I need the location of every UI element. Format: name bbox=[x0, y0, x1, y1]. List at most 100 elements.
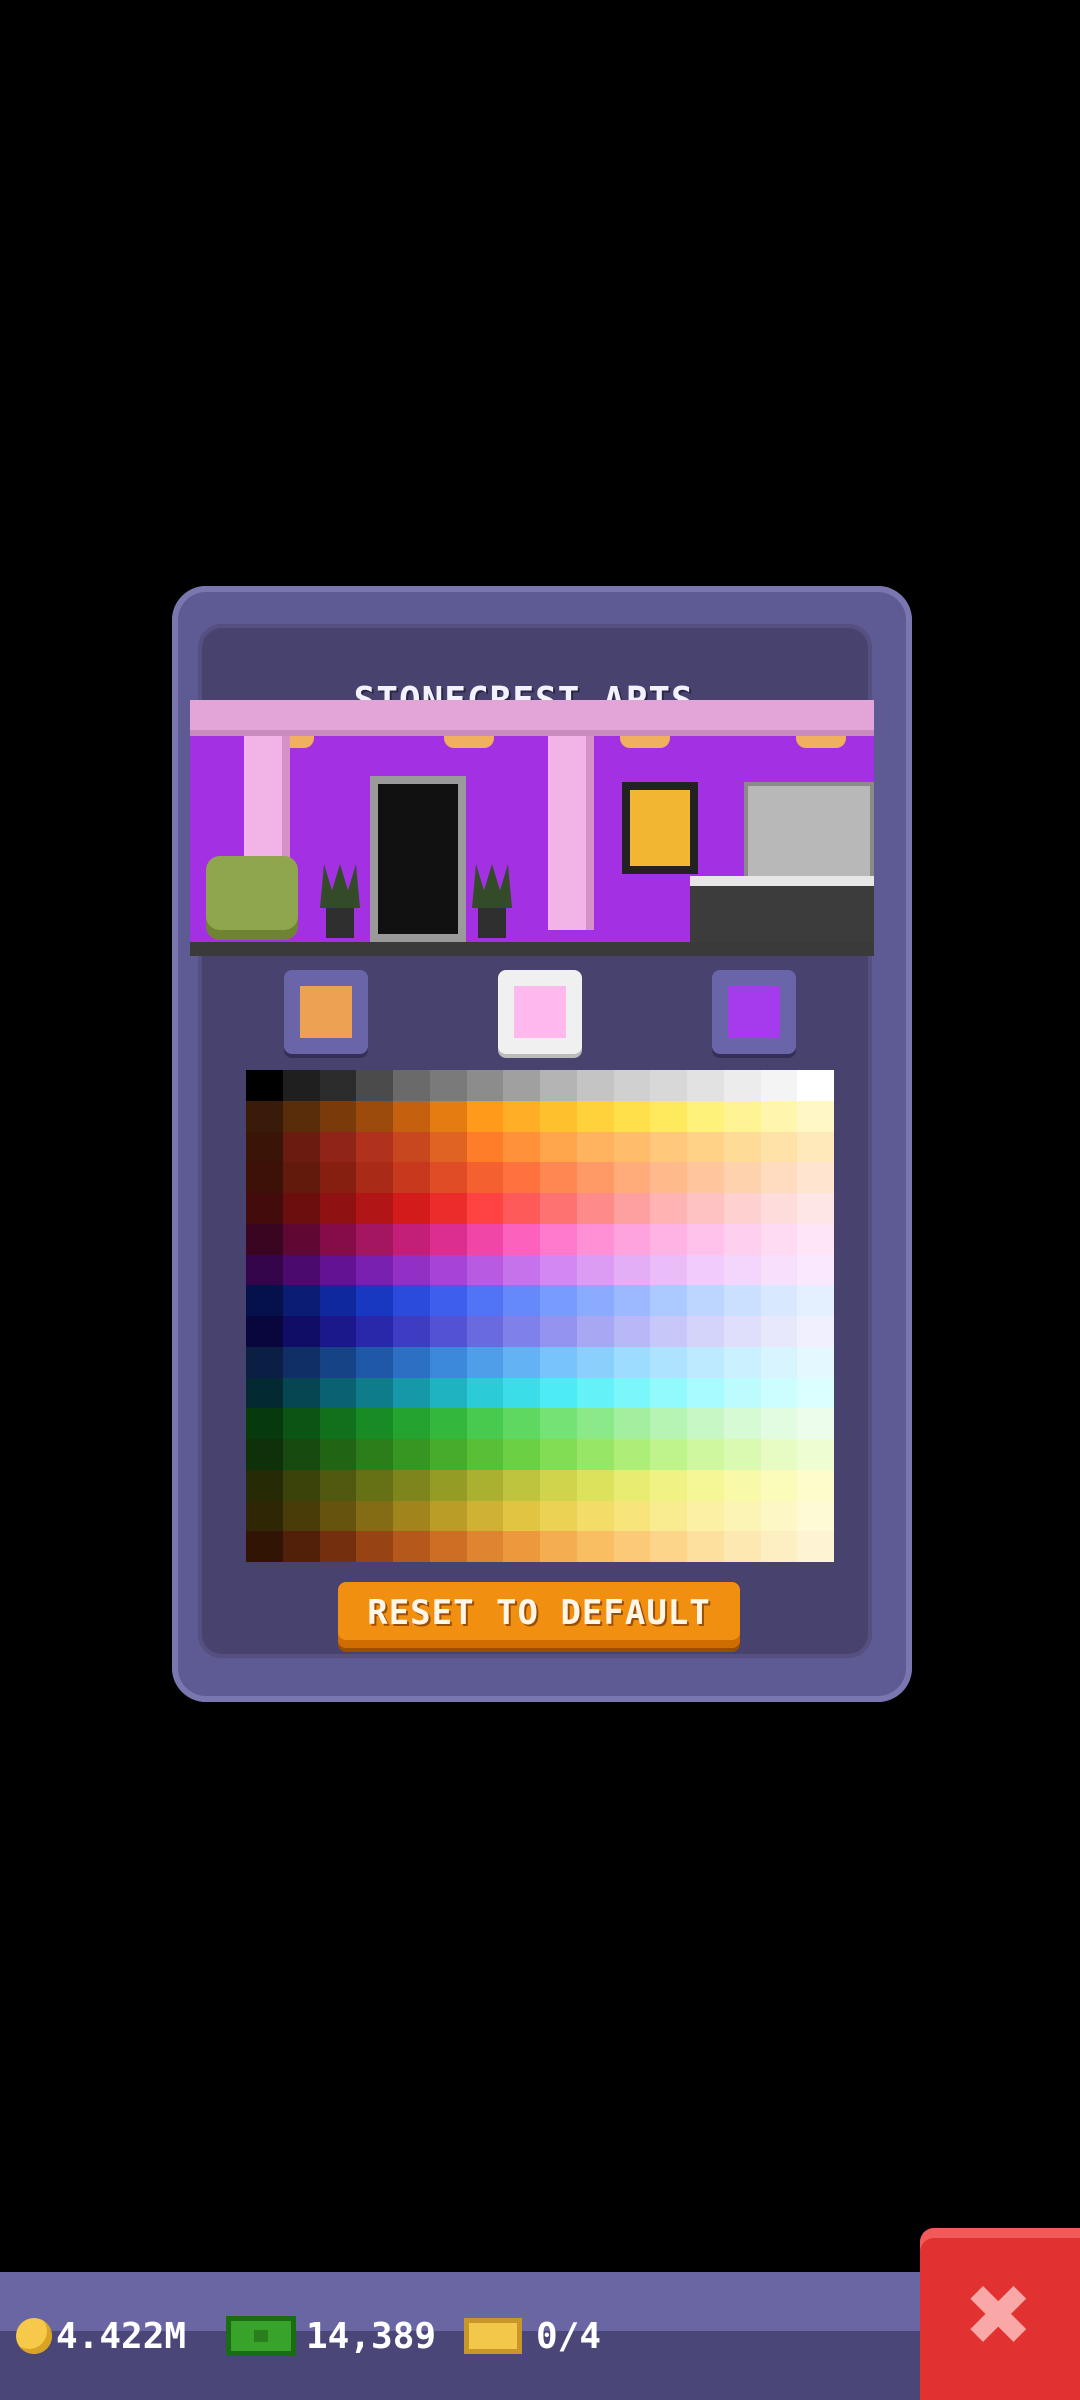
palette-color-cell[interactable] bbox=[687, 1408, 724, 1439]
palette-color-cell[interactable] bbox=[356, 1316, 393, 1347]
color-palette-grid[interactable] bbox=[246, 1070, 834, 1562]
palette-color-cell[interactable] bbox=[282, 1285, 320, 1316]
palette-color-cell[interactable] bbox=[650, 1531, 687, 1562]
palette-color-cell[interactable] bbox=[319, 1531, 357, 1562]
palette-color-cell[interactable] bbox=[356, 1162, 393, 1193]
close-button[interactable]: ✖ bbox=[920, 2228, 1080, 2400]
palette-color-cell[interactable] bbox=[613, 1439, 651, 1470]
palette-color-cell[interactable] bbox=[429, 1070, 467, 1101]
palette-color-cell[interactable] bbox=[246, 1285, 283, 1316]
palette-color-cell[interactable] bbox=[540, 1100, 577, 1132]
palette-color-cell[interactable] bbox=[797, 1100, 834, 1132]
palette-color-cell[interactable] bbox=[466, 1131, 504, 1163]
palette-color-cell[interactable] bbox=[650, 1100, 687, 1132]
palette-color-cell[interactable] bbox=[319, 1285, 357, 1316]
palette-color-cell[interactable] bbox=[760, 1408, 798, 1439]
palette-color-cell[interactable] bbox=[503, 1100, 540, 1132]
palette-color-cell[interactable] bbox=[356, 1254, 393, 1286]
palette-color-cell[interactable] bbox=[429, 1469, 467, 1501]
palette-color-cell[interactable] bbox=[503, 1131, 540, 1163]
palette-color-cell[interactable] bbox=[246, 1500, 283, 1532]
palette-color-cell[interactable] bbox=[319, 1131, 357, 1163]
palette-color-cell[interactable] bbox=[723, 1469, 761, 1501]
palette-color-cell[interactable] bbox=[393, 1162, 430, 1193]
palette-color-cell[interactable] bbox=[760, 1531, 798, 1562]
palette-color-cell[interactable] bbox=[576, 1316, 614, 1347]
palette-color-cell[interactable] bbox=[429, 1193, 467, 1224]
palette-color-cell[interactable] bbox=[687, 1223, 724, 1255]
palette-color-cell[interactable] bbox=[760, 1500, 798, 1532]
palette-color-cell[interactable] bbox=[723, 1316, 761, 1347]
palette-color-cell[interactable] bbox=[319, 1377, 357, 1409]
palette-color-cell[interactable] bbox=[613, 1162, 651, 1193]
palette-color-cell[interactable] bbox=[687, 1162, 724, 1193]
palette-color-cell[interactable] bbox=[797, 1439, 834, 1470]
palette-color-cell[interactable] bbox=[246, 1469, 283, 1501]
palette-color-cell[interactable] bbox=[797, 1070, 834, 1101]
palette-color-cell[interactable] bbox=[429, 1100, 467, 1132]
palette-color-cell[interactable] bbox=[687, 1439, 724, 1470]
palette-color-cell[interactable] bbox=[650, 1316, 687, 1347]
palette-color-cell[interactable] bbox=[503, 1316, 540, 1347]
palette-color-cell[interactable] bbox=[466, 1469, 504, 1501]
palette-color-cell[interactable] bbox=[576, 1254, 614, 1286]
palette-color-cell[interactable] bbox=[466, 1408, 504, 1439]
palette-color-cell[interactable] bbox=[356, 1070, 393, 1101]
palette-color-cell[interactable] bbox=[760, 1469, 798, 1501]
palette-color-cell[interactable] bbox=[650, 1285, 687, 1316]
palette-color-cell[interactable] bbox=[393, 1377, 430, 1409]
palette-color-cell[interactable] bbox=[797, 1316, 834, 1347]
palette-color-cell[interactable] bbox=[760, 1193, 798, 1224]
palette-color-cell[interactable] bbox=[246, 1346, 283, 1378]
palette-color-cell[interactable] bbox=[760, 1100, 798, 1132]
palette-color-cell[interactable] bbox=[650, 1223, 687, 1255]
palette-color-cell[interactable] bbox=[760, 1346, 798, 1378]
reset-to-default-button[interactable]: RESET TO DEFAULT bbox=[338, 1582, 740, 1648]
palette-color-cell[interactable] bbox=[393, 1131, 430, 1163]
palette-color-cell[interactable] bbox=[613, 1500, 651, 1532]
palette-color-cell[interactable] bbox=[282, 1531, 320, 1562]
palette-color-cell[interactable] bbox=[393, 1316, 430, 1347]
palette-color-cell[interactable] bbox=[540, 1193, 577, 1224]
palette-color-cell[interactable] bbox=[282, 1100, 320, 1132]
palette-color-cell[interactable] bbox=[576, 1377, 614, 1409]
palette-color-cell[interactable] bbox=[613, 1223, 651, 1255]
palette-color-cell[interactable] bbox=[723, 1531, 761, 1562]
palette-color-cell[interactable] bbox=[393, 1531, 430, 1562]
palette-color-cell[interactable] bbox=[723, 1285, 761, 1316]
palette-color-cell[interactable] bbox=[466, 1346, 504, 1378]
palette-color-cell[interactable] bbox=[613, 1408, 651, 1439]
palette-color-cell[interactable] bbox=[540, 1131, 577, 1163]
palette-color-cell[interactable] bbox=[503, 1285, 540, 1316]
palette-color-cell[interactable] bbox=[797, 1254, 834, 1286]
palette-color-cell[interactable] bbox=[282, 1162, 320, 1193]
palette-color-cell[interactable] bbox=[466, 1500, 504, 1532]
palette-color-cell[interactable] bbox=[576, 1408, 614, 1439]
palette-color-cell[interactable] bbox=[466, 1439, 504, 1470]
palette-color-cell[interactable] bbox=[356, 1500, 393, 1532]
palette-color-cell[interactable] bbox=[282, 1131, 320, 1163]
palette-color-cell[interactable] bbox=[503, 1223, 540, 1255]
palette-color-cell[interactable] bbox=[687, 1346, 724, 1378]
palette-color-cell[interactable] bbox=[797, 1193, 834, 1224]
palette-color-cell[interactable] bbox=[687, 1377, 724, 1409]
palette-color-cell[interactable] bbox=[687, 1500, 724, 1532]
palette-color-cell[interactable] bbox=[356, 1131, 393, 1163]
palette-color-cell[interactable] bbox=[687, 1070, 724, 1101]
palette-color-cell[interactable] bbox=[540, 1223, 577, 1255]
palette-color-cell[interactable] bbox=[576, 1439, 614, 1470]
palette-color-cell[interactable] bbox=[429, 1254, 467, 1286]
palette-color-cell[interactable] bbox=[687, 1531, 724, 1562]
color-swatch-2[interactable] bbox=[498, 970, 582, 1054]
palette-color-cell[interactable] bbox=[613, 1131, 651, 1163]
palette-color-cell[interactable] bbox=[760, 1131, 798, 1163]
palette-color-cell[interactable] bbox=[723, 1223, 761, 1255]
palette-color-cell[interactable] bbox=[429, 1439, 467, 1470]
palette-color-cell[interactable] bbox=[503, 1408, 540, 1439]
palette-color-cell[interactable] bbox=[540, 1531, 577, 1562]
palette-color-cell[interactable] bbox=[393, 1193, 430, 1224]
palette-color-cell[interactable] bbox=[723, 1131, 761, 1163]
palette-color-cell[interactable] bbox=[466, 1070, 504, 1101]
palette-color-cell[interactable] bbox=[282, 1223, 320, 1255]
palette-color-cell[interactable] bbox=[687, 1131, 724, 1163]
